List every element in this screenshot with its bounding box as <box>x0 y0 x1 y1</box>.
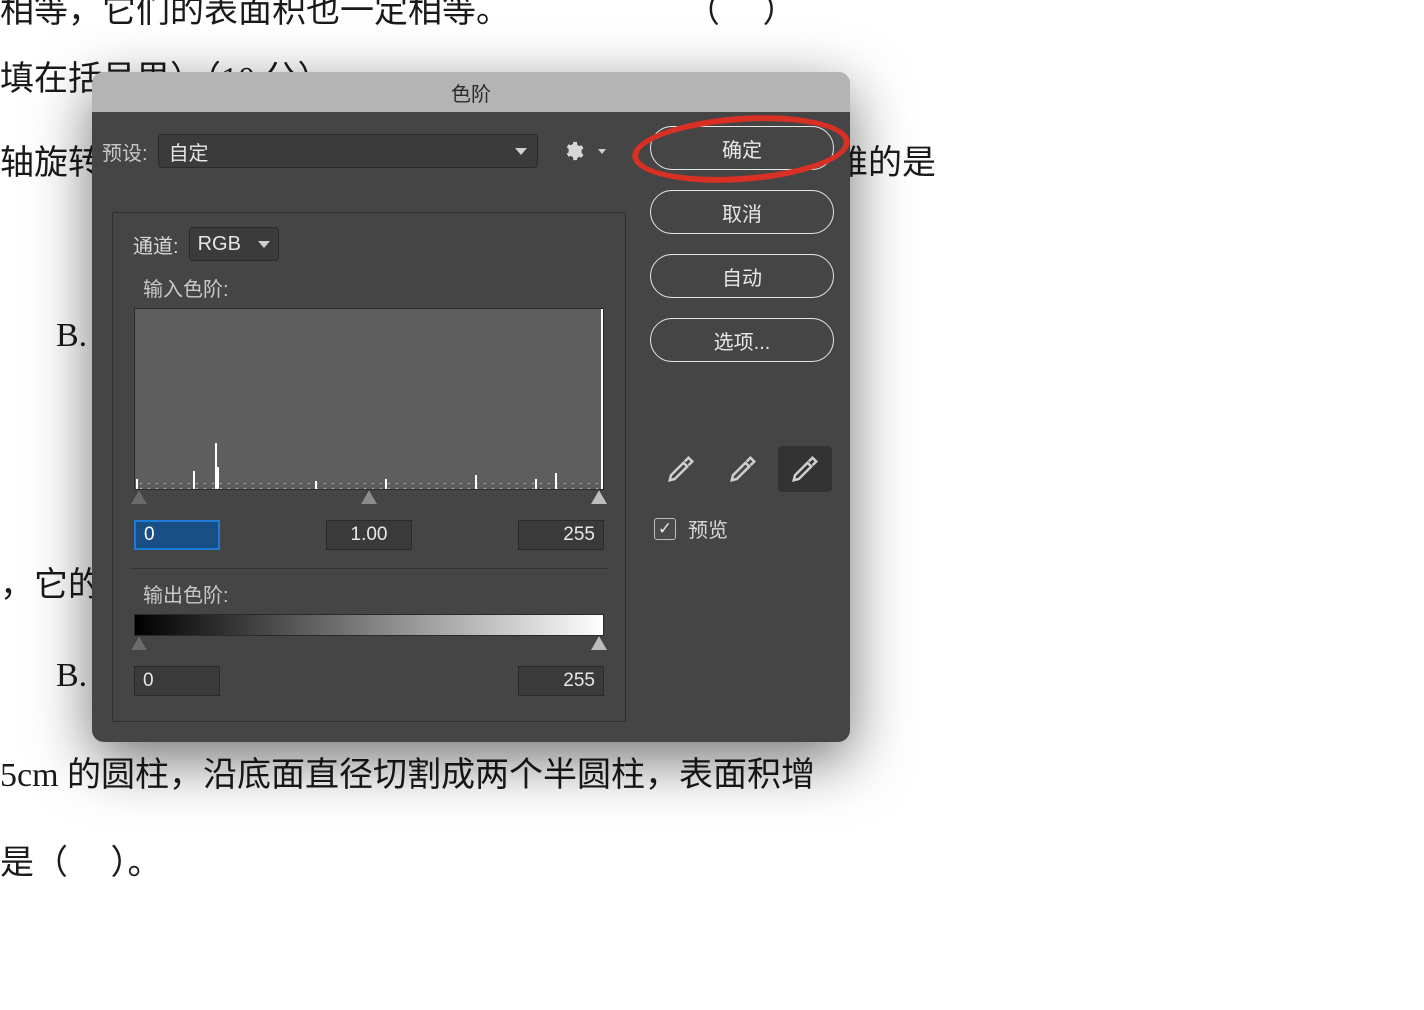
chevron-down-icon <box>258 241 270 248</box>
channel-value: RGB <box>198 233 241 256</box>
input-slider-track[interactable] <box>134 490 604 512</box>
bg-text: 轴旋转 <box>0 144 102 185</box>
preset-select[interactable]: 自定 <box>158 134 538 168</box>
histogram[interactable] <box>134 308 604 490</box>
output-white-slider[interactable] <box>591 636 607 650</box>
bg-text: 相等，它们的表面积也一定相等。 <box>0 0 510 33</box>
output-white-field[interactable]: 255 <box>518 666 604 696</box>
divider <box>130 568 608 569</box>
dialog-title: 色阶 <box>451 78 491 107</box>
output-levels-label: 输出色阶: <box>143 579 609 608</box>
output-slider-track[interactable] <box>134 636 604 658</box>
input-white-field[interactable]: 255 <box>518 520 604 550</box>
bg-text: B. <box>56 316 87 357</box>
input-gamma-field[interactable]: 1.00 <box>326 520 412 550</box>
dialog-titlebar[interactable]: 色阶 <box>92 72 850 112</box>
channel-label: 通道: <box>133 230 179 259</box>
eyedropper-white[interactable] <box>778 446 832 492</box>
eyedropper-gray[interactable] <box>716 446 770 492</box>
levels-dialog: 色阶 预设: 自定 通道: RGB 输入色阶: <box>92 72 850 742</box>
histogram-bar <box>385 479 387 489</box>
cancel-button[interactable]: 取消 <box>650 190 834 234</box>
histogram-bar <box>193 471 195 489</box>
histogram-bar <box>475 475 477 489</box>
chevron-down-icon <box>515 148 527 155</box>
input-white-slider[interactable] <box>591 490 607 504</box>
histogram-bar <box>136 479 138 489</box>
histogram-baseline <box>135 483 603 489</box>
histogram-bar <box>535 479 537 489</box>
input-black-field[interactable]: 0 <box>134 520 220 550</box>
histogram-bar <box>217 467 219 489</box>
bg-text: 是（ ）。 <box>0 844 162 885</box>
preset-value: 自定 <box>169 137 209 166</box>
auto-button[interactable]: 自动 <box>650 254 834 298</box>
preview-checkbox[interactable]: ✓ <box>654 518 676 540</box>
preset-label: 预设: <box>102 137 148 166</box>
bg-text: 5cm 的圆柱，沿底面直径切割成两个半圆柱，表面积增 <box>0 756 815 797</box>
chevron-down-icon <box>598 149 606 154</box>
input-levels-label: 输入色阶: <box>143 273 609 302</box>
input-black-slider[interactable] <box>131 490 147 504</box>
gear-icon[interactable] <box>562 140 584 162</box>
check-icon: ✓ <box>658 520 672 537</box>
bg-text: ，它的 <box>0 566 102 607</box>
output-black-field[interactable]: 0 <box>134 666 220 696</box>
channel-select[interactable]: RGB <box>189 227 279 261</box>
input-gamma-slider[interactable] <box>361 490 377 504</box>
ok-button[interactable]: 确定 <box>650 126 834 170</box>
options-button[interactable]: 选项... <box>650 318 834 362</box>
eyedropper-black[interactable] <box>654 446 708 492</box>
levels-panel: 通道: RGB 输入色阶: 0 1.00 255 输出色阶 <box>112 212 626 722</box>
histogram-bar <box>555 473 557 489</box>
histogram-bar <box>601 309 603 489</box>
preview-label: 预览 <box>688 514 728 543</box>
output-gradient[interactable] <box>134 614 604 636</box>
output-black-slider[interactable] <box>131 636 147 650</box>
bg-text: （ ） <box>686 0 797 33</box>
histogram-bar <box>315 481 317 489</box>
